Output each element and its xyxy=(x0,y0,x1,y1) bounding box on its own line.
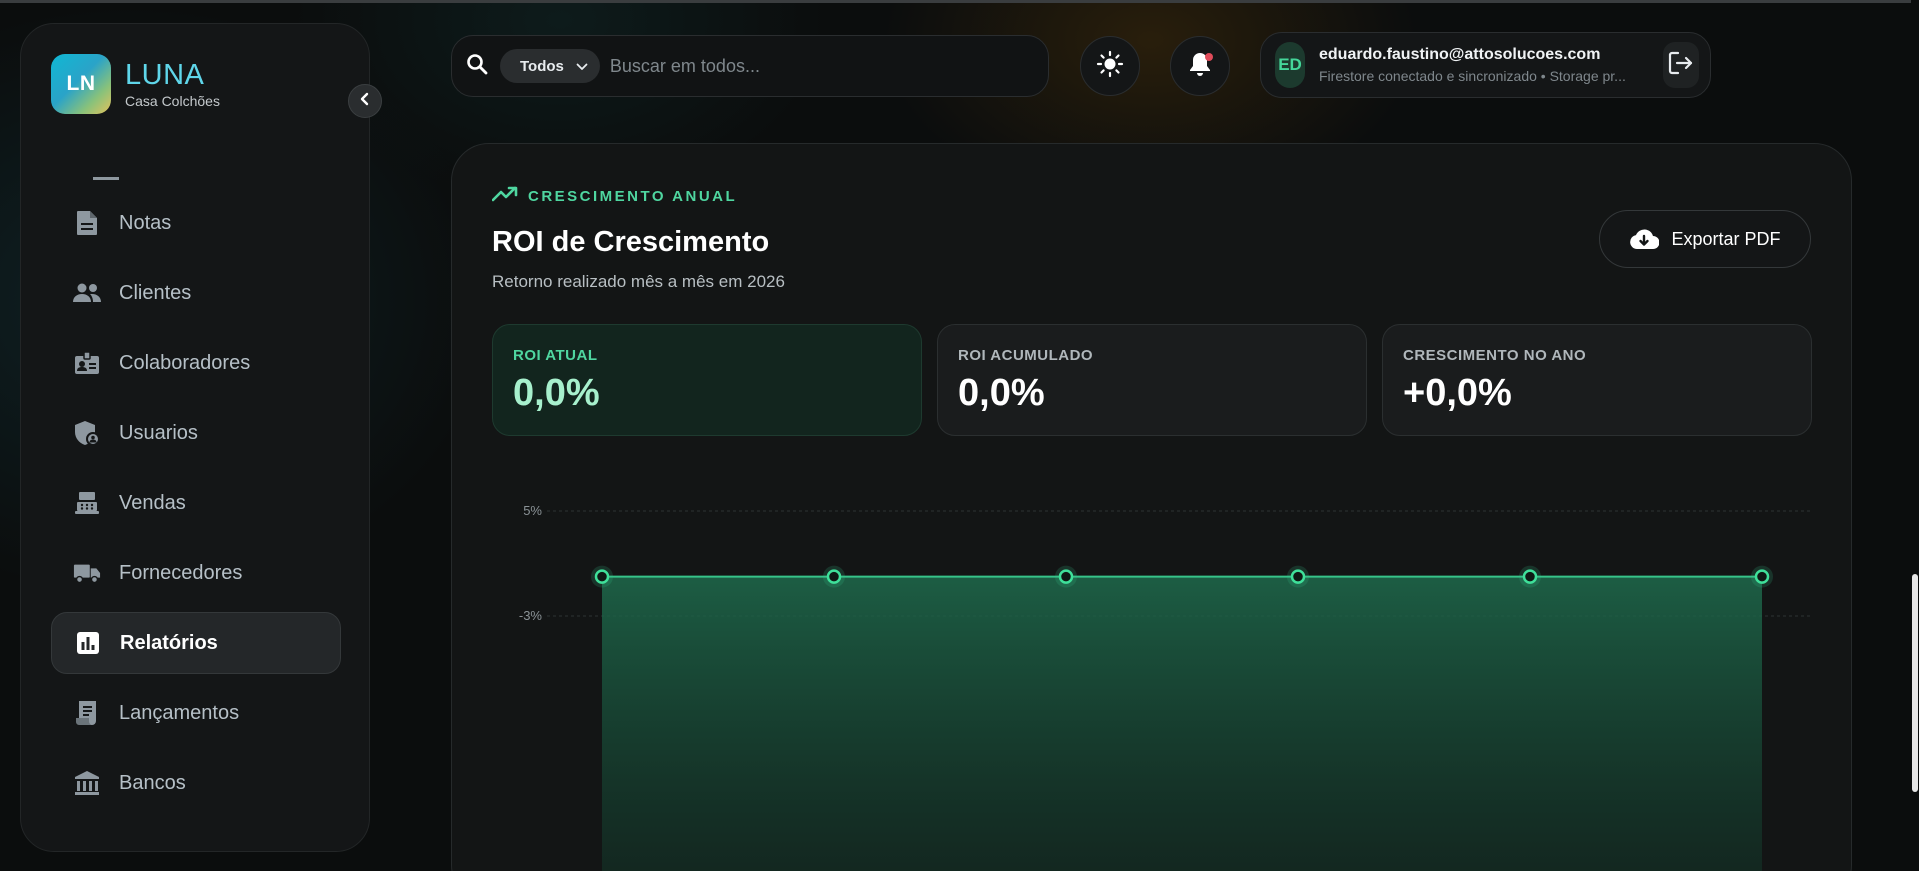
sidebar-item-label: Vendas xyxy=(119,491,186,514)
sidebar-item-fornecedores[interactable]: Fornecedores xyxy=(51,542,341,604)
sidebar-item-notas[interactable]: Notas xyxy=(51,192,341,254)
export-pdf-label: Exportar PDF xyxy=(1671,228,1781,249)
sidebar-item-label: Fornecedores xyxy=(119,561,243,584)
kpi-crescimento-no-ano: CRESCIMENTO NO ANO +0,0% xyxy=(1382,324,1812,436)
theme-toggle-button[interactable] xyxy=(1080,36,1140,96)
kpi-roi-acumulado: ROI ACUMULADO 0,0% xyxy=(937,324,1367,436)
shield-user-icon xyxy=(73,419,101,447)
kpi-label: ROI ACUMULADO xyxy=(958,347,1094,364)
search-scope-value: Todos xyxy=(520,57,564,75)
data-point xyxy=(1522,569,1538,584)
data-point xyxy=(1290,569,1306,584)
notifications-button[interactable] xyxy=(1170,36,1230,96)
id-badge-icon xyxy=(73,349,101,377)
sun-icon xyxy=(1096,50,1124,83)
data-point xyxy=(594,569,610,584)
sidebar-item-label: Relatórios xyxy=(120,631,218,654)
logout-icon xyxy=(1668,51,1694,80)
report-eyebrow: CRESCIMENTO ANUAL xyxy=(491,186,738,206)
brand-name: LUNA xyxy=(125,59,205,91)
brand-subtitle: Casa Colchões xyxy=(125,93,220,109)
y-tick-label: -3% xyxy=(519,608,543,623)
sidebar-item-bancos[interactable]: Bancos xyxy=(51,752,341,814)
chevron-left-icon xyxy=(358,92,372,111)
brand-text: LUNA Casa Colchões xyxy=(125,59,220,109)
sidebar: LN LUNA Casa Colchões Notas Clientes Col… xyxy=(20,23,370,852)
data-point xyxy=(1058,569,1074,584)
trending-up-icon xyxy=(491,186,518,206)
sync-status: Firestore conectado e sincronizado • Sto… xyxy=(1319,68,1626,84)
sidebar-item-partial[interactable] xyxy=(51,170,341,192)
bank-icon xyxy=(73,769,101,797)
search-input[interactable] xyxy=(609,55,1010,77)
sidebar-item-label: Colaboradores xyxy=(119,351,251,374)
kpi-label: ROI ATUAL xyxy=(513,347,598,364)
brand-logo: LN xyxy=(51,54,111,114)
scrollbar-thumb[interactable] xyxy=(1912,574,1918,792)
search-scope-select[interactable]: Todos xyxy=(500,49,600,83)
y-tick-label: 5% xyxy=(523,504,542,518)
sidebar-item-vendas[interactable]: Vendas xyxy=(51,472,341,534)
truck-icon xyxy=(73,559,101,587)
report-eyebrow-label: CRESCIMENTO ANUAL xyxy=(528,187,738,205)
user-email: eduardo.faustino@attosolucoes.com xyxy=(1319,46,1601,63)
roi-chart: 20%13%5%-3% xyxy=(452,504,1853,871)
search-icon xyxy=(466,53,488,80)
sidebar-item-relatorios[interactable]: Relatórios xyxy=(51,612,341,674)
report-title: ROI de Crescimento xyxy=(492,226,770,258)
global-search: Todos xyxy=(451,35,1049,97)
document-icon xyxy=(73,209,101,237)
logout-button[interactable] xyxy=(1663,42,1699,88)
people-icon xyxy=(73,279,101,307)
cash-register-icon xyxy=(73,489,101,517)
sidebar-item-label: Bancos xyxy=(119,771,186,794)
sidebar-item-clientes[interactable]: Clientes xyxy=(51,262,341,324)
kpi-value: 0,0% xyxy=(513,372,600,414)
chevron-down-icon xyxy=(576,58,588,75)
sidebar-item-label: Clientes xyxy=(119,281,192,304)
collapse-sidebar-button[interactable] xyxy=(348,84,382,118)
sidebar-item-colaboradores[interactable]: Colaboradores xyxy=(51,332,341,394)
user-card: ED eduardo.faustino@attosolucoes.com Fir… xyxy=(1260,32,1711,98)
export-pdf-button[interactable]: Exportar PDF xyxy=(1599,210,1811,268)
sidebar-item-label: Usuarios xyxy=(119,421,198,444)
sidebar-item-label: Notas xyxy=(119,211,172,234)
user-info: eduardo.faustino@attosolucoes.com Firest… xyxy=(1319,46,1649,84)
data-point xyxy=(1754,569,1770,584)
sidebar-nav: Notas Clientes Colaboradores Usuarios Ve xyxy=(51,170,341,822)
window-top-border xyxy=(0,0,1919,3)
data-point xyxy=(826,569,842,584)
kpi-label: CRESCIMENTO NO ANO xyxy=(1403,347,1587,364)
roi-report-card: CRESCIMENTO ANUAL ROI de Crescimento Ret… xyxy=(451,143,1852,871)
bar-chart-icon xyxy=(74,629,102,657)
notification-badge xyxy=(1205,53,1213,61)
avatar[interactable]: ED xyxy=(1275,42,1305,88)
sidebar-item-usuarios[interactable]: Usuarios xyxy=(51,402,341,464)
sidebar-item-label: Lançamentos xyxy=(119,701,240,724)
kpi-value: +0,0% xyxy=(1403,372,1512,414)
kpi-value: 0,0% xyxy=(958,372,1045,414)
partial-item-icon xyxy=(93,174,119,180)
receipt-icon xyxy=(73,699,101,727)
report-subtitle: Retorno realizado mês a mês em 2026 xyxy=(492,272,785,291)
kpi-roi-atual: ROI ATUAL 0,0% xyxy=(492,324,922,436)
brand[interactable]: LN LUNA Casa Colchões xyxy=(51,54,220,114)
cloud-download-icon xyxy=(1630,229,1660,249)
series-area xyxy=(602,576,1762,871)
roi-chart-svg: 20%13%5%-3% xyxy=(519,504,1812,871)
sidebar-item-lancamentos[interactable]: Lançamentos xyxy=(51,682,341,744)
